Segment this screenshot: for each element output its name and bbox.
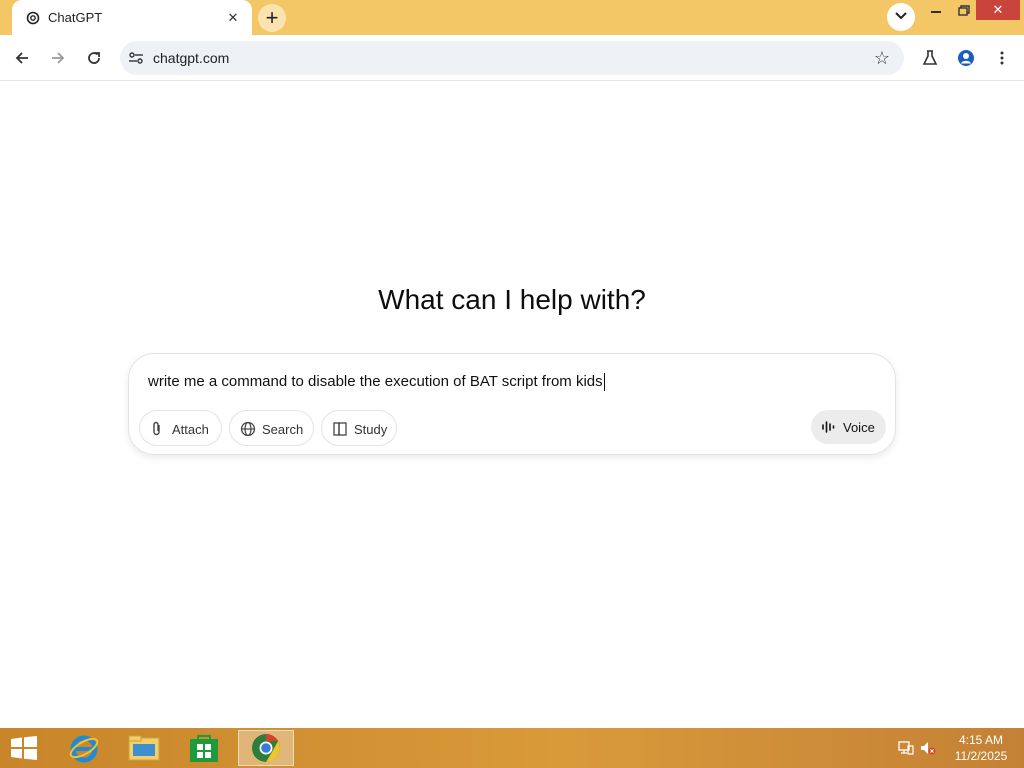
- back-arrow-icon: [15, 52, 28, 64]
- network-icon[interactable]: [898, 740, 914, 756]
- windows-taskbar: 4:15 AM 11/2/2025: [0, 728, 1024, 768]
- labs-flask-icon: [922, 50, 938, 65]
- site-settings-icon[interactable]: [128, 51, 144, 65]
- restore-icon: [958, 5, 970, 16]
- paperclip-icon: [153, 421, 160, 436]
- study-label: Study: [354, 422, 388, 437]
- prompt-input[interactable]: write me a command to disable the execut…: [148, 373, 605, 392]
- search-label: Search: [262, 422, 304, 437]
- forward-arrow-icon: [52, 52, 65, 64]
- search-button[interactable]: Search: [229, 410, 314, 446]
- taskbar-store[interactable]: [176, 730, 232, 766]
- profile-button[interactable]: [952, 44, 980, 72]
- volume-muted-icon[interactable]: [920, 740, 936, 756]
- windows-start-icon: [11, 736, 37, 760]
- address-bar[interactable]: chatgpt.com ☆: [120, 41, 904, 75]
- prompt-text: write me a command to disable the execut…: [148, 373, 603, 390]
- attach-label: Attach: [172, 422, 209, 437]
- clock-time: 4:15 AM: [958, 733, 1004, 747]
- back-button[interactable]: [8, 44, 36, 72]
- page-headline: What can I help with?: [378, 284, 646, 315]
- labs-button[interactable]: [916, 44, 944, 72]
- reload-icon: [88, 52, 100, 64]
- voice-label: Voice: [843, 420, 875, 435]
- minimize-button[interactable]: [926, 2, 946, 20]
- browser-titlebar: ChatGPT ✕ + ✕: [0, 0, 1024, 36]
- forward-button[interactable]: [44, 44, 72, 72]
- voice-wave-icon: [822, 421, 835, 433]
- bookmark-star-icon[interactable]: ☆: [874, 48, 890, 68]
- taskbar-internet-explorer[interactable]: [56, 730, 112, 766]
- prompt-composer[interactable]: write me a command to disable the execut…: [128, 353, 896, 455]
- chrome-icon: [252, 734, 280, 762]
- browser-tab-chatgpt[interactable]: ChatGPT ✕: [12, 0, 252, 36]
- book-icon: [333, 422, 347, 436]
- profile-icon: [958, 50, 974, 66]
- internet-explorer-icon: [69, 735, 99, 763]
- store-icon: [190, 735, 218, 762]
- file-explorer-icon: [128, 735, 160, 761]
- new-tab-button[interactable]: +: [258, 4, 286, 32]
- taskbar-clock[interactable]: 4:15 AM 11/2/2025: [946, 732, 1016, 764]
- taskbar-chrome[interactable]: [238, 730, 294, 766]
- text-caret: [603, 373, 605, 392]
- address-url: chatgpt.com: [153, 50, 230, 66]
- reload-button[interactable]: [80, 44, 108, 72]
- chevron-down-icon: [895, 12, 907, 20]
- taskbar-file-explorer[interactable]: [116, 730, 172, 766]
- tab-title: ChatGPT: [48, 10, 103, 25]
- globe-icon: [240, 421, 256, 437]
- minimize-icon: [931, 11, 941, 13]
- attach-button[interactable]: Attach: [139, 410, 222, 446]
- menu-dots-icon: [1000, 51, 1004, 65]
- window-close-button[interactable]: ✕: [976, 0, 1020, 20]
- clock-date: 11/2/2025: [954, 749, 1008, 763]
- restore-button[interactable]: [954, 2, 974, 20]
- browser-toolbar: chatgpt.com ☆: [0, 35, 1024, 81]
- menu-button[interactable]: [988, 44, 1016, 72]
- start-button[interactable]: [0, 730, 56, 766]
- chatgpt-logo-icon: [26, 11, 40, 25]
- study-button[interactable]: Study: [321, 410, 397, 446]
- voice-button[interactable]: Voice: [811, 410, 886, 444]
- tab-search-button[interactable]: [887, 3, 915, 31]
- tab-close-button[interactable]: ✕: [224, 9, 242, 27]
